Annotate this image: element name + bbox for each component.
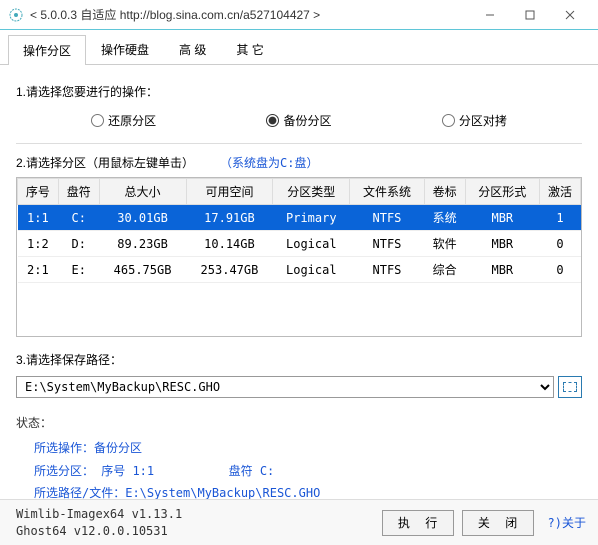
status-block: 状态： 所选操作：备份分区 所选分区： 序号 1:1 盘符 C: 所选路径/文件… [16, 410, 582, 505]
table-row[interactable]: 1:1C:30.01GB17.91GBPrimaryNTFS系统MBR1 [18, 205, 581, 231]
operation-radios: 还原分区 备份分区 分区对拷 [16, 108, 582, 143]
section3-label: 3.请选择保存路径： [16, 351, 582, 368]
status-partition: 所选分区： 序号 1:1 盘符 C: [34, 460, 582, 483]
divider [16, 143, 582, 144]
tab-0[interactable]: 操作分区 [8, 35, 86, 65]
radio-option-0[interactable]: 还原分区 [91, 112, 156, 129]
close-app-button[interactable]: 关 闭 [462, 510, 534, 536]
titlebar: < 5.0.0.3 自适应 http://blog.sina.com.cn/a5… [0, 0, 598, 30]
column-header: 激活 [540, 179, 581, 205]
app-icon [8, 7, 24, 23]
window-title: < 5.0.0.3 自适应 http://blog.sina.com.cn/a5… [30, 6, 470, 23]
column-header: 卷标 [424, 179, 465, 205]
minimize-button[interactable] [470, 1, 510, 29]
about-link[interactable]: ?)关于 [548, 514, 586, 531]
tab-3[interactable]: 其 它 [221, 34, 278, 64]
partition-table-wrap: 序号盘符总大小可用空间分区类型文件系统卷标分区形式激活 1:1C:30.01GB… [16, 177, 582, 337]
radio-option-2[interactable]: 分区对拷 [442, 112, 507, 129]
column-header: 盘符 [58, 179, 99, 205]
tab-1[interactable]: 操作硬盘 [86, 34, 164, 64]
column-header: 分区类型 [273, 179, 350, 205]
partition-table: 序号盘符总大小可用空间分区类型文件系统卷标分区形式激活 1:1C:30.01GB… [17, 178, 581, 283]
status-header: 状态： [16, 412, 582, 435]
column-header: 序号 [18, 179, 59, 205]
radio-option-1[interactable]: 备份分区 [266, 112, 331, 129]
maximize-button[interactable] [510, 1, 550, 29]
tab-2[interactable]: 高 级 [164, 34, 221, 64]
status-operation: 所选操作：备份分区 [34, 437, 582, 460]
close-button[interactable] [550, 1, 590, 29]
tabbar: 操作分区操作硬盘高 级其 它 [0, 30, 598, 65]
save-path-select[interactable]: E:\System\MyBackup\RESC.GHO [16, 376, 554, 398]
section1-label: 1.请选择您要进行的操作： [16, 83, 582, 100]
footer: Wimlib-Imagex64 v1.13.1 Ghost64 v12.0.0.… [0, 499, 598, 545]
column-header: 文件系统 [350, 179, 425, 205]
system-disk-note: （系统盘为C:盘） [220, 154, 318, 171]
column-header: 分区形式 [465, 179, 540, 205]
browse-button[interactable] [558, 376, 582, 398]
browse-icon [563, 382, 577, 392]
version-info: Wimlib-Imagex64 v1.13.1 Ghost64 v12.0.0.… [16, 506, 374, 540]
table-row[interactable]: 2:1E:465.75GB253.47GBLogicalNTFS综合MBR0 [18, 257, 581, 283]
column-header: 可用空间 [186, 179, 273, 205]
column-header: 总大小 [99, 179, 186, 205]
table-row[interactable]: 1:2D:89.23GB10.14GBLogicalNTFS软件MBR0 [18, 231, 581, 257]
section2-label: 2.请选择分区（用鼠标左键单击） [16, 154, 194, 171]
execute-button[interactable]: 执 行 [382, 510, 454, 536]
